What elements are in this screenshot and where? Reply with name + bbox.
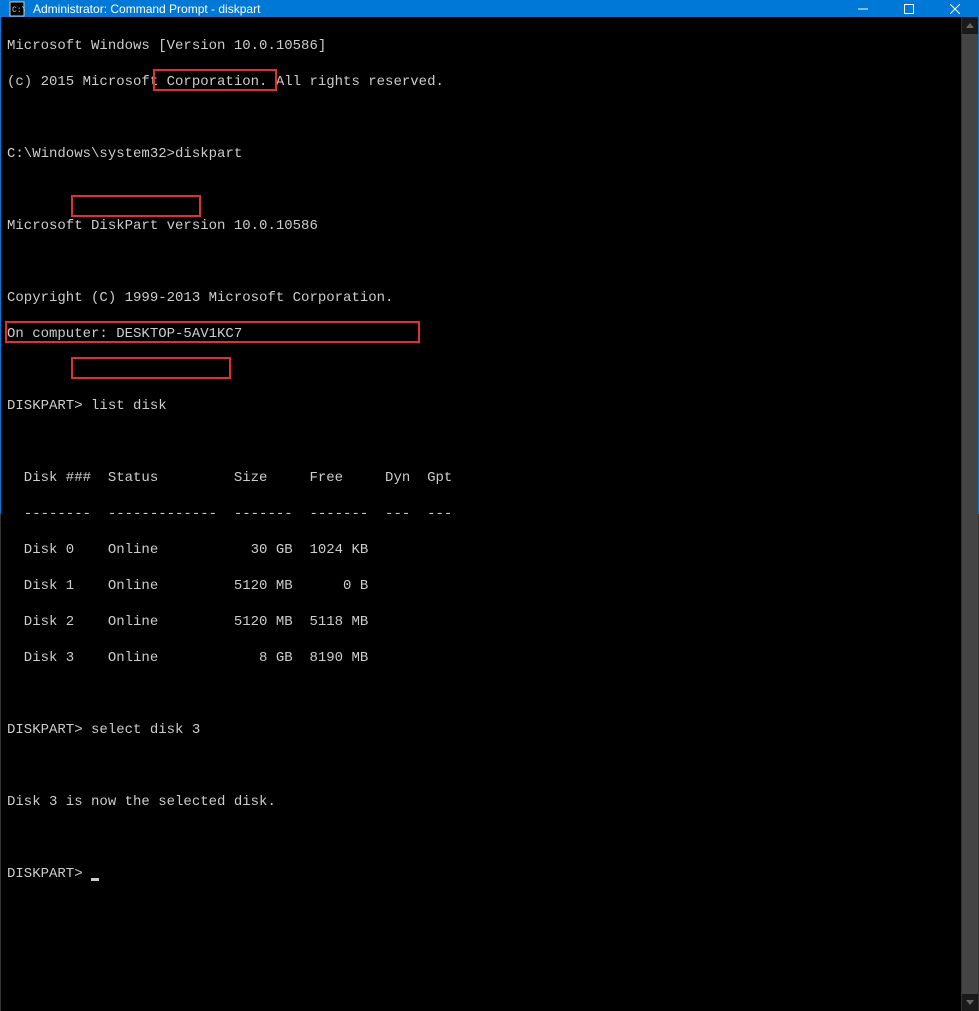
minimize-button[interactable] xyxy=(840,1,886,17)
terminal-body: Microsoft Windows [Version 10.0.10586] (… xyxy=(1,17,978,1011)
table-divider: -------- ------------- ------- ------- -… xyxy=(7,505,955,523)
output-line: Copyright (C) 1999-2013 Microsoft Corpor… xyxy=(7,289,955,307)
svg-text:C:\: C:\ xyxy=(12,6,25,15)
vertical-scrollbar[interactable] xyxy=(961,17,978,1011)
prompt-line: DISKPART> list disk xyxy=(7,397,955,415)
highlight-listdisk xyxy=(71,195,201,217)
cmd-icon: C:\ xyxy=(9,1,25,17)
prompt-line: C:\Windows\system32>diskpart xyxy=(7,145,955,163)
command-listdisk: list disk xyxy=(91,398,167,414)
terminal-content[interactable]: Microsoft Windows [Version 10.0.10586] (… xyxy=(1,17,961,1011)
output-line: Disk 3 is now the selected disk. xyxy=(7,793,955,811)
command-prompt-window: C:\ Administrator: Command Prompt - disk… xyxy=(0,0,979,514)
output-line xyxy=(7,361,955,379)
table-row: Disk 2 Online 5120 MB 5118 MB xyxy=(7,613,955,631)
prompt-line: DISKPART> xyxy=(7,865,955,883)
scrollbar-thumb[interactable] xyxy=(962,34,978,994)
table-row: Disk 3 Online 8 GB 8190 MB xyxy=(7,649,955,667)
table-row: Disk 0 Online 30 GB 1024 KB xyxy=(7,541,955,559)
command-select: select disk 3 xyxy=(91,722,200,738)
maximize-button[interactable] xyxy=(886,1,932,17)
output-line xyxy=(7,253,955,271)
titlebar[interactable]: C:\ Administrator: Command Prompt - disk… xyxy=(1,1,978,17)
output-line xyxy=(7,433,955,451)
output-line xyxy=(7,181,955,199)
window-controls xyxy=(840,1,978,17)
output-line xyxy=(7,829,955,847)
window-title: Administrator: Command Prompt - diskpart xyxy=(33,2,840,16)
scrollbar-up-arrow-icon[interactable] xyxy=(962,17,978,34)
diskpart-prompt: DISKPART> xyxy=(7,722,83,738)
output-line xyxy=(7,757,955,775)
command-diskpart: diskpart xyxy=(175,146,242,162)
output-line: Microsoft DiskPart version 10.0.10586 xyxy=(7,217,955,235)
scrollbar-track[interactable] xyxy=(962,34,978,994)
output-line xyxy=(7,685,955,703)
output-line: (c) 2015 Microsoft Corporation. All righ… xyxy=(7,73,955,91)
prompt-line: DISKPART> select disk 3 xyxy=(7,721,955,739)
diskpart-prompt: DISKPART> xyxy=(7,866,83,882)
output-line: Microsoft Windows [Version 10.0.10586] xyxy=(7,37,955,55)
diskpart-prompt: DISKPART> xyxy=(7,398,83,414)
table-row: Disk 1 Online 5120 MB 0 B xyxy=(7,577,955,595)
cursor xyxy=(91,878,99,881)
table-header: Disk ### Status Size Free Dyn Gpt xyxy=(7,469,955,487)
scrollbar-down-arrow-icon[interactable] xyxy=(962,994,978,1011)
output-line xyxy=(7,109,955,127)
output-line: On computer: DESKTOP-5AV1KC7 xyxy=(7,325,955,343)
close-button[interactable] xyxy=(932,1,978,17)
prompt-path: C:\Windows\system32> xyxy=(7,146,175,162)
